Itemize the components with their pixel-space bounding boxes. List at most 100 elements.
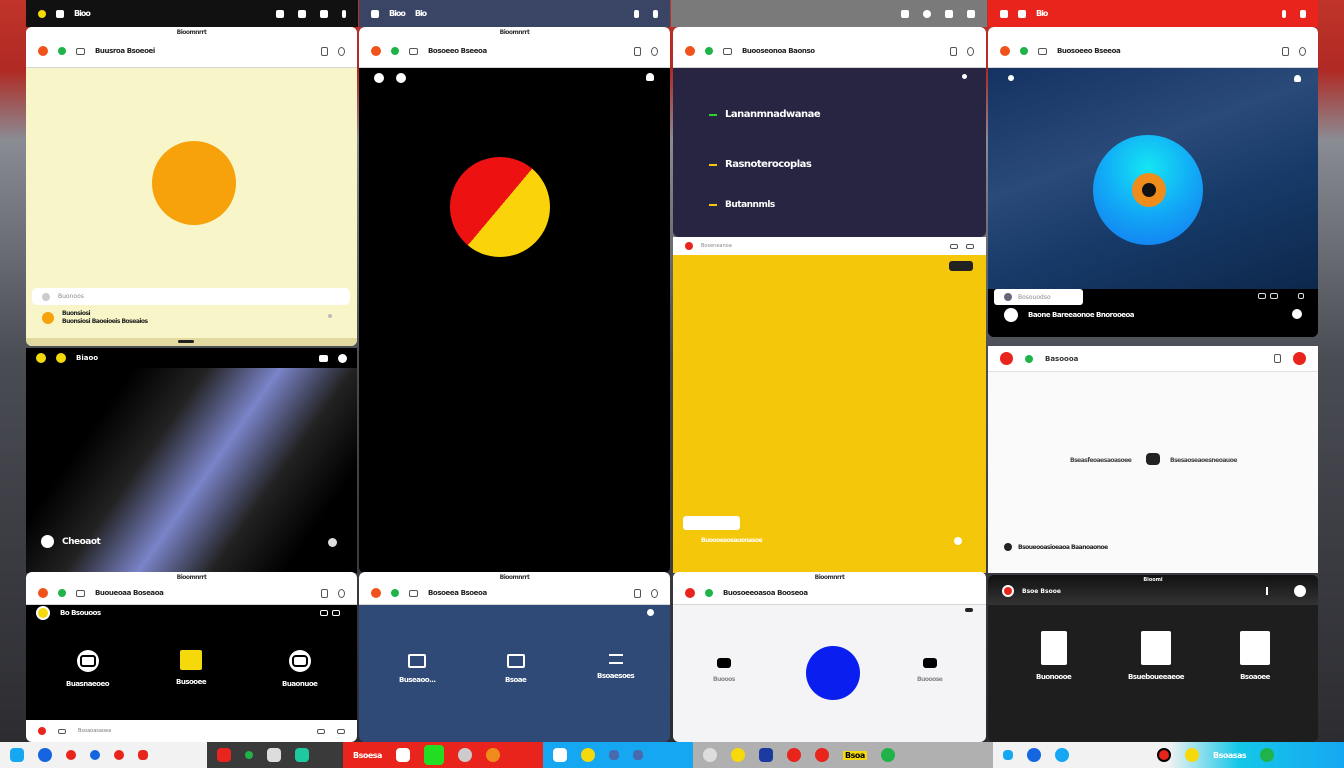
dock-icon-24[interactable] [880, 748, 895, 762]
dock-icon-28[interactable] [1157, 748, 1171, 762]
close-button[interactable] [371, 46, 381, 56]
close-button[interactable] [38, 588, 48, 598]
doc-icon[interactable] [332, 610, 340, 616]
tile-calendar[interactable]: Bsoae [505, 654, 527, 684]
list-item[interactable]: Buonsiosi Buonsiosi Baoeioeis Boseaios [42, 310, 148, 325]
tile-card[interactable]: Bsoaesoes [597, 654, 635, 680]
dock-icon-12[interactable] [423, 745, 444, 765]
back-icon[interactable] [1008, 75, 1014, 81]
grid-icon[interactable] [320, 610, 328, 616]
list-item[interactable]: Baone Bareeaonoe Bnorooeoa [1004, 308, 1135, 322]
dock-label-3[interactable]: Bsoasas [1213, 751, 1247, 760]
dock-icon-10[interactable] [295, 748, 309, 762]
dock-icon-27[interactable] [1055, 748, 1069, 762]
tile-right[interactable]: Buooose [917, 658, 943, 683]
share-icon[interactable] [1298, 293, 1304, 299]
grid-icon[interactable] [317, 728, 325, 734]
pin-icon[interactable] [965, 608, 973, 612]
dock-icon-26[interactable] [1027, 748, 1041, 762]
flag-icon[interactable] [634, 9, 639, 18]
dock-icon-19[interactable] [703, 748, 717, 762]
phone-icon[interactable] [653, 9, 658, 18]
grid-icon[interactable] [950, 243, 958, 249]
dock-icon-11[interactable] [395, 748, 410, 762]
dock-icon-16[interactable] [581, 748, 595, 762]
dock-icon-7[interactable] [217, 748, 231, 762]
grid-icon[interactable] [1258, 293, 1266, 299]
dock-icon-21[interactable] [759, 748, 773, 762]
doc-icon[interactable] [321, 46, 328, 56]
dock-icon-18[interactable] [633, 750, 643, 760]
dock-label-1[interactable]: Bsoesa [353, 751, 382, 760]
close-button[interactable] [685, 588, 695, 598]
list-item-1[interactable]: Lananmnadwanae [709, 109, 821, 120]
dock-icon-5[interactable] [114, 750, 124, 760]
file-icon[interactable] [56, 9, 64, 18]
lamp-icon[interactable] [646, 73, 654, 81]
dock-icon-6[interactable] [138, 750, 148, 760]
video-icon[interactable] [319, 354, 328, 362]
info-icon[interactable] [954, 537, 962, 545]
phone-icon[interactable] [967, 9, 975, 18]
dock-icon-23[interactable] [815, 748, 829, 762]
dock-label-2[interactable]: Bsoa [843, 750, 867, 760]
record-button[interactable] [1293, 352, 1306, 365]
list-item-3[interactable]: Butannmls [709, 200, 775, 210]
mode-toggle[interactable] [949, 261, 973, 271]
blue-dot[interactable] [806, 646, 860, 700]
pin-icon[interactable] [962, 74, 967, 79]
doc-icon[interactable] [1270, 293, 1278, 299]
close-button[interactable] [1294, 585, 1306, 597]
close-button[interactable] [685, 46, 695, 56]
dock-icon-2[interactable] [38, 748, 52, 762]
settings-icon[interactable] [651, 46, 658, 56]
search-bar[interactable]: Bosouodso [994, 289, 1083, 305]
minimize-button[interactable] [56, 353, 66, 363]
close-button[interactable] [1000, 46, 1010, 56]
doc-icon[interactable] [634, 588, 641, 598]
flag-icon[interactable] [342, 9, 346, 18]
more-icon[interactable] [1292, 309, 1302, 319]
settings-icon[interactable] [651, 588, 658, 598]
file-icon[interactable] [1000, 9, 1008, 18]
dock-icon-29[interactable] [1185, 748, 1199, 762]
info-icon[interactable] [328, 538, 337, 547]
list-item-2[interactable]: Rasnoterocoplas [709, 159, 812, 170]
close-button[interactable] [371, 588, 381, 598]
dock-icon-13[interactable] [457, 748, 472, 762]
settings-icon[interactable] [338, 588, 345, 598]
more-icon[interactable] [1266, 587, 1268, 595]
sub-header[interactable]: Bo Bsouoos [36, 606, 101, 620]
menu-label[interactable]: Bioo [389, 9, 406, 18]
caption-row[interactable]: Cheoaot [41, 535, 101, 548]
pin-icon[interactable] [328, 314, 332, 318]
toggle-dot[interactable] [374, 73, 384, 83]
text-input[interactable] [683, 516, 740, 530]
doc-icon[interactable] [1282, 46, 1289, 56]
close-button[interactable] [1000, 352, 1013, 365]
dock-icon-1[interactable] [10, 748, 24, 762]
toggle-dot-2[interactable] [396, 73, 406, 83]
close-button[interactable] [685, 242, 693, 250]
grid-icon[interactable] [945, 9, 953, 18]
dock-icon-30[interactable] [1260, 748, 1275, 762]
menu-label-2[interactable]: Bio [415, 9, 427, 18]
close-button[interactable] [38, 727, 46, 735]
tile-box[interactable]: Bsoaoee [1240, 631, 1270, 681]
lamp-icon[interactable] [1294, 75, 1301, 82]
tile-left[interactable]: Buooos [713, 658, 735, 683]
close-button[interactable] [36, 353, 46, 363]
pin-icon[interactable] [647, 609, 654, 616]
dock-icon-14[interactable] [485, 748, 500, 762]
app-icon[interactable] [38, 9, 46, 18]
dock-icon-4[interactable] [90, 750, 100, 760]
flag-icon[interactable] [1282, 9, 1286, 18]
dock-icon-15[interactable] [553, 748, 567, 762]
doc-icon[interactable] [1274, 354, 1281, 363]
doc-icon[interactable] [901, 9, 909, 18]
doc-icon[interactable] [337, 728, 345, 734]
menu-label[interactable]: Bioo [74, 9, 91, 18]
doc-icon[interactable] [950, 46, 957, 56]
search-bar[interactable]: Buonoos [32, 288, 350, 305]
tile-id[interactable]: Buseaoo... [399, 654, 436, 684]
